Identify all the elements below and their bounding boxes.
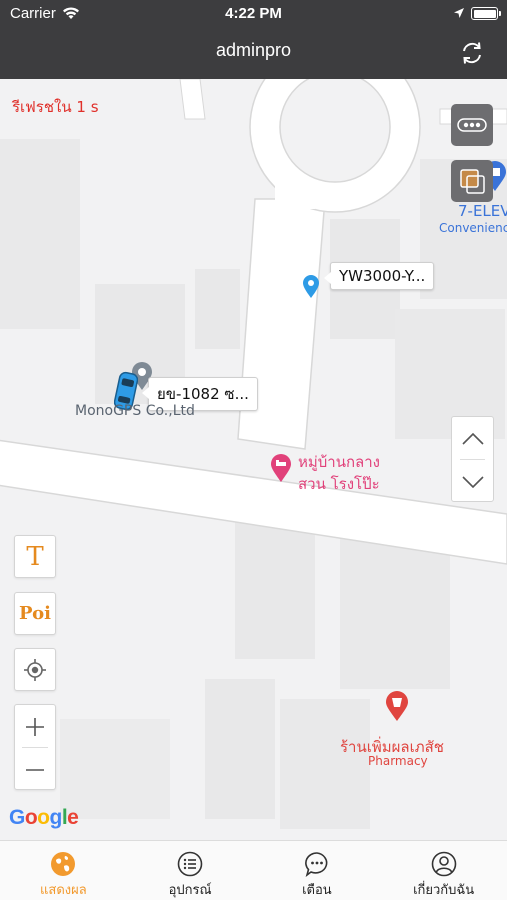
location-arrow-icon — [454, 8, 464, 18]
tab-label: อุปกรณ์ — [168, 883, 212, 898]
page-title: adminpro — [215, 40, 292, 60]
tab-label: เตือน — [302, 883, 332, 898]
my-location-button[interactable] — [14, 648, 56, 691]
tab-devices[interactable]: อุปกรณ์ — [127, 841, 254, 900]
poi-tool-button[interactable]: Poi — [14, 592, 56, 635]
place-category: Pharmacy — [368, 754, 428, 768]
user-icon — [431, 851, 456, 877]
map-layers-button[interactable] — [451, 160, 493, 202]
vehicle-label[interactable]: YW3000-Y... — [323, 262, 435, 290]
place-label: MonoGPS Co.,Ltd — [75, 403, 195, 419]
more-dots-icon — [457, 118, 487, 132]
map-globe-icon — [51, 852, 76, 876]
clock: 4:22 PM — [225, 5, 282, 22]
chevron-down-icon — [461, 475, 484, 488]
top-bar: Carrier 4:22 PM adminpro — [0, 0, 507, 79]
chat-bubble-icon — [304, 852, 328, 877]
refresh-notice: รีเฟรชใน 1 s — [12, 98, 99, 116]
place-label: 7-ELEV — [458, 202, 507, 220]
tab-about-me[interactable]: เกี่ยวกับฉัน — [380, 841, 507, 900]
pan-up-button[interactable] — [452, 417, 493, 460]
text-tool-button[interactable]: T — [14, 535, 56, 578]
battery-icon — [471, 7, 501, 20]
tab-display[interactable]: แสดงผล — [0, 841, 127, 900]
status-bar: Carrier 4:22 PM — [0, 0, 507, 28]
pharmacy-pin-icon[interactable] — [385, 690, 409, 722]
more-options-button[interactable] — [451, 104, 493, 146]
locate-icon — [24, 658, 46, 681]
zoom-in-button[interactable] — [15, 705, 55, 748]
zoom-control — [14, 704, 56, 790]
tab-alerts[interactable]: เตือน — [254, 841, 381, 900]
zoom-out-button[interactable] — [15, 748, 55, 791]
list-icon — [177, 851, 203, 877]
plus-icon — [26, 717, 44, 736]
place-label: หมู่บ้านกลาง สวน โรงโป๊ะ — [298, 451, 380, 495]
layers-icon — [460, 169, 485, 194]
chevron-up-icon — [461, 432, 484, 445]
place-label-line2: สวน โรงโป๊ะ — [298, 475, 380, 493]
lodging-pin-icon[interactable] — [270, 453, 292, 483]
map-view[interactable]: รีเฟรชใน 1 s YW3000-Y... ยข-1082 ซ... Mo… — [0, 79, 507, 840]
tab-label: แสดงผล — [40, 883, 87, 898]
refresh-icon[interactable] — [459, 40, 485, 66]
map-base — [0, 79, 507, 829]
place-category: Convenienc — [439, 221, 507, 235]
pan-control — [451, 416, 494, 502]
google-logo: Google — [9, 806, 79, 829]
minus-icon — [26, 768, 44, 771]
text-tool-icon: T — [26, 541, 44, 572]
place-label-line1: หมู่บ้านกลาง — [298, 453, 380, 471]
location-pin-icon[interactable] — [302, 275, 320, 299]
poi-tool-icon: Poi — [19, 603, 51, 624]
tab-bar: แสดงผล อุปกรณ์ เตือน เกี่ยวกับฉัน — [0, 840, 507, 900]
pan-down-button[interactable] — [452, 460, 493, 503]
tab-label: เกี่ยวกับฉัน — [413, 883, 475, 898]
